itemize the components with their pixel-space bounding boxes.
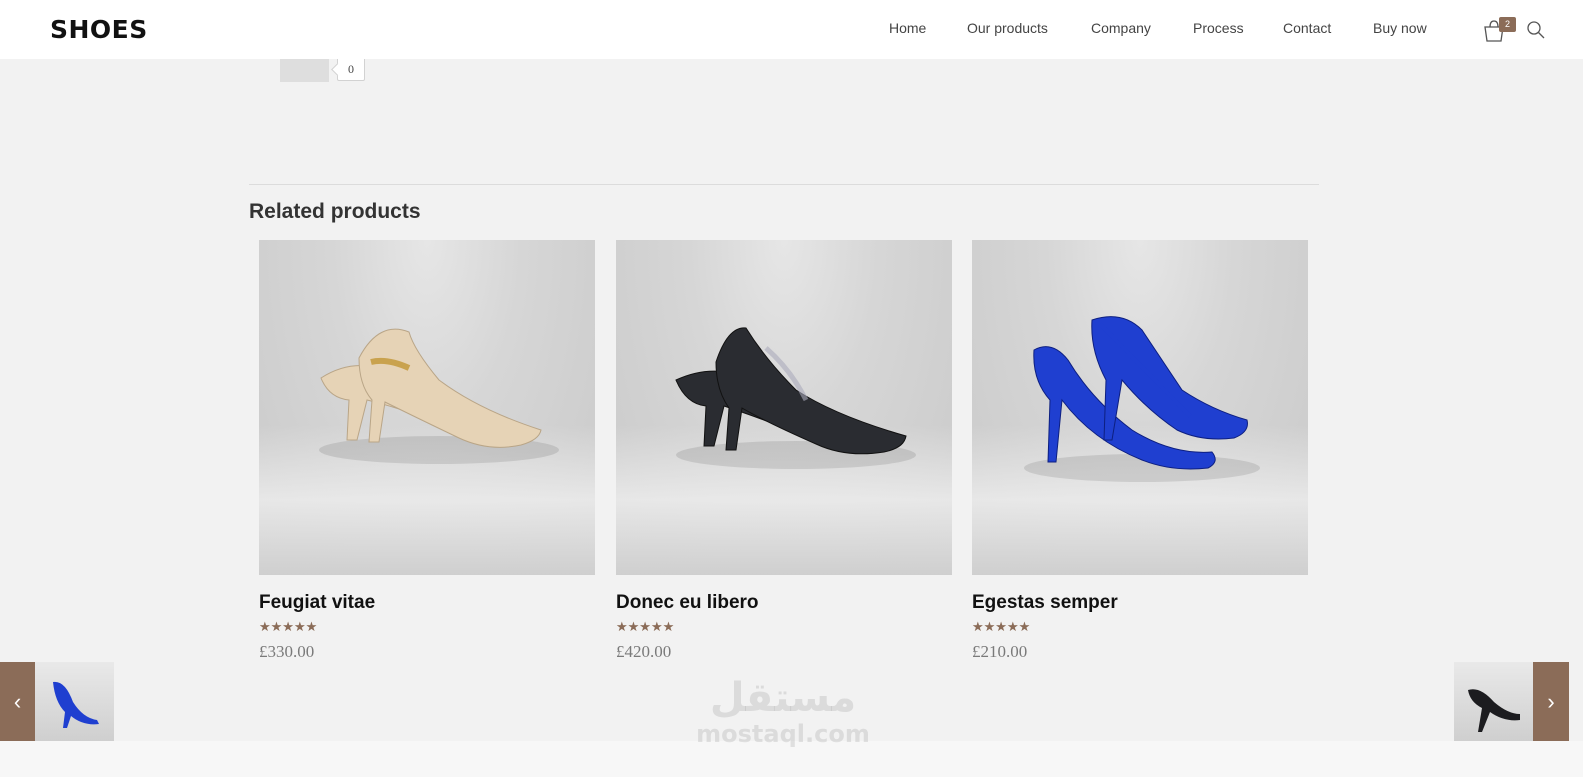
product-price: £330.00 (259, 642, 315, 661)
site-header: SHOES Home Our products Company Process … (0, 0, 1583, 59)
slingback-shoe-image (675, 327, 916, 469)
next-product-thumbnail[interactable] (1454, 662, 1533, 741)
cart-count-badge: 2 (1499, 17, 1516, 32)
rating-fill: ★★★★★ (972, 619, 1031, 634)
nav-home[interactable]: Home (889, 20, 926, 36)
watermark-latin: mostaql.com (696, 720, 870, 748)
product-card[interactable]: Donec eu libero ★★★★★ ★★★★★ £420.00 (616, 240, 952, 662)
chevron-left-icon[interactable]: ‹ (0, 662, 35, 741)
nav-buy-now[interactable]: Buy now (1373, 20, 1427, 36)
section-divider (249, 184, 1319, 185)
rating-fill: ★★★★★ (616, 619, 675, 634)
product-card[interactable]: Egestas semper ★★★★★ ★★★★★ £210.00 (972, 240, 1308, 662)
slingback-shoe-image (319, 328, 559, 464)
star-rating: ★★★★★ ★★★★★ (616, 619, 952, 635)
site-logo[interactable]: SHOES (50, 15, 148, 44)
product-image[interactable] (616, 240, 952, 575)
rating-fill: ★★★★★ (259, 619, 318, 634)
sandal-shoe-image (1024, 316, 1260, 482)
search-icon[interactable] (1526, 20, 1546, 40)
product-name[interactable]: Egestas semper (972, 592, 1308, 614)
prev-product-thumbnail[interactable] (35, 662, 114, 741)
product-image[interactable] (259, 240, 595, 575)
product-name[interactable]: Feugiat vitae (259, 592, 595, 614)
nav-our-products[interactable]: Our products (967, 20, 1048, 36)
nav-company[interactable]: Company (1091, 20, 1151, 36)
star-rating: ★★★★★ ★★★★★ (259, 619, 595, 635)
nav-contact[interactable]: Contact (1283, 20, 1331, 36)
watermark: مستقل mostaql.com (688, 676, 878, 748)
product-price: £210.00 (972, 642, 1028, 661)
product-card[interactable]: Feugiat vitae ★★★★★ ★★★★★ £330.00 (259, 240, 595, 662)
share-button[interactable] (280, 58, 329, 82)
product-name[interactable]: Donec eu libero (616, 592, 952, 614)
watermark-arabic: مستقل (709, 675, 857, 721)
share-count: 0 (337, 57, 365, 81)
product-image[interactable] (972, 240, 1308, 575)
related-products-heading: Related products (249, 200, 421, 223)
nav-process[interactable]: Process (1193, 20, 1244, 36)
star-rating: ★★★★★ ★★★★★ (972, 619, 1308, 635)
chevron-right-icon[interactable]: › (1533, 662, 1569, 741)
product-price: £420.00 (616, 642, 672, 661)
